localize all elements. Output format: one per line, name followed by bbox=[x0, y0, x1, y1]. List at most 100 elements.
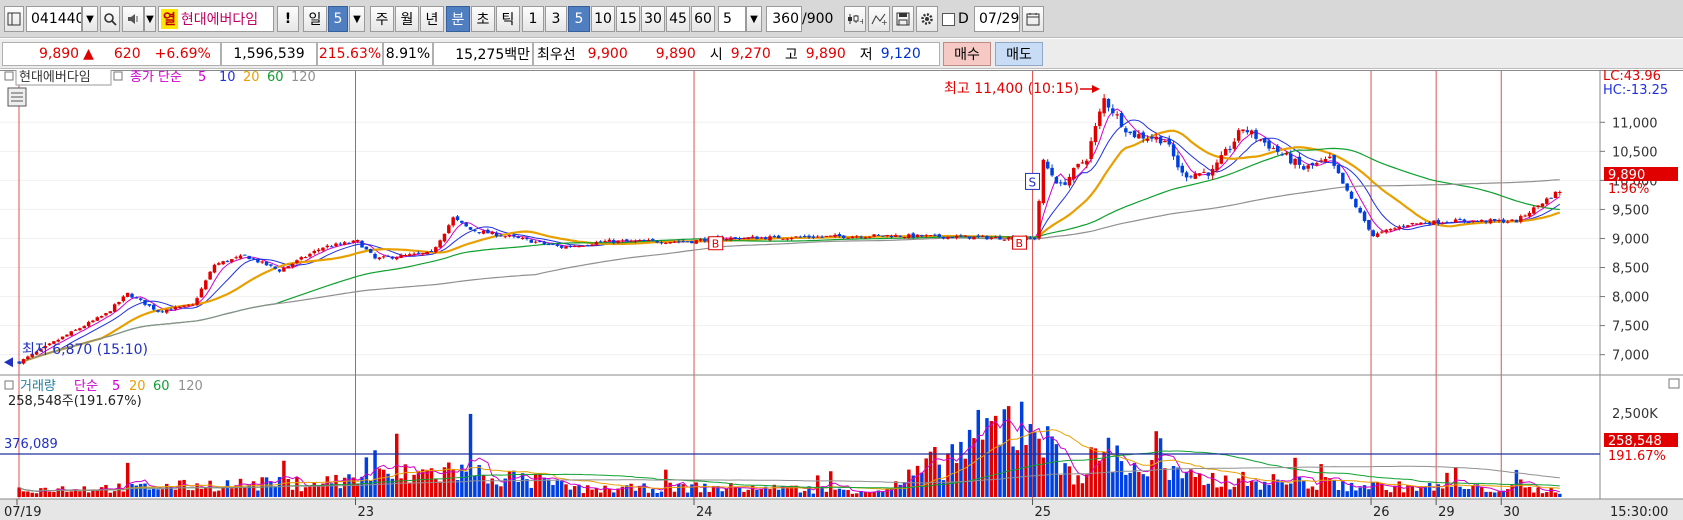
buy-button[interactable]: 매수 bbox=[943, 42, 991, 66]
current-price: 9,890 bbox=[39, 46, 80, 62]
volume-bar bbox=[1449, 486, 1454, 497]
candle-body bbox=[529, 239, 534, 243]
volume-bar bbox=[39, 488, 43, 497]
interval-30-button[interactable]: 30 bbox=[641, 6, 665, 32]
volume-bar bbox=[625, 485, 629, 497]
settings-button[interactable] bbox=[916, 6, 938, 32]
interval-10-button[interactable]: 10 bbox=[591, 6, 615, 32]
interval-select-dropdown[interactable]: ▼ bbox=[746, 6, 762, 32]
date-input[interactable]: 07/29 bbox=[974, 6, 1020, 32]
volume-bar bbox=[204, 487, 208, 497]
candle-body bbox=[460, 220, 464, 223]
calendar-button[interactable] bbox=[1022, 6, 1044, 32]
candle-body bbox=[533, 241, 538, 243]
interval-5-button[interactable]: 5 bbox=[568, 6, 590, 32]
candle-body bbox=[1479, 219, 1484, 222]
volume-bar bbox=[1545, 492, 1549, 497]
candle-body bbox=[1080, 162, 1085, 164]
zoom-in-button[interactable]: + bbox=[844, 6, 866, 32]
period-day-dropdown[interactable]: ▼ bbox=[349, 6, 365, 32]
candle-body bbox=[542, 241, 547, 244]
volume-bar bbox=[1497, 491, 1501, 497]
stock-code-input[interactable]: 041440 bbox=[26, 6, 82, 32]
candle-body bbox=[1289, 153, 1293, 164]
svg-text:+: + bbox=[881, 18, 887, 26]
candle-body bbox=[316, 249, 321, 252]
volume-panel-maximize-icon[interactable] bbox=[1668, 378, 1680, 389]
stock-code-dropdown[interactable]: ▼ bbox=[82, 6, 98, 32]
period-tick-button[interactable]: 틱 bbox=[496, 6, 520, 32]
ma-toggle-icon[interactable] bbox=[113, 71, 123, 81]
alert-button[interactable]: ! bbox=[277, 6, 299, 32]
candle-body bbox=[295, 260, 299, 264]
period-day-value[interactable]: 5 bbox=[328, 6, 348, 32]
volume-bar bbox=[989, 421, 994, 497]
date-checkbox[interactable] bbox=[942, 12, 955, 26]
volume-box: 1,596,539 bbox=[221, 42, 317, 66]
period-minute-button[interactable]: 분 bbox=[446, 6, 470, 32]
speaker-button[interactable] bbox=[122, 6, 144, 32]
volume-bar bbox=[43, 487, 47, 497]
candle-body bbox=[125, 292, 130, 297]
buy-signal-marker[interactable]: B bbox=[1012, 235, 1028, 250]
candle-body bbox=[1258, 139, 1263, 141]
candle-body bbox=[1336, 165, 1341, 174]
volume-bar bbox=[1124, 474, 1128, 497]
volume-bar bbox=[52, 491, 56, 497]
interval-15-button[interactable]: 15 bbox=[616, 6, 640, 32]
interval-60-button[interactable]: 60 bbox=[691, 6, 715, 32]
period-month-button[interactable]: 월 bbox=[395, 6, 419, 32]
candle-body bbox=[1215, 162, 1219, 171]
sell-button[interactable]: 매도 bbox=[995, 42, 1043, 66]
save-button[interactable] bbox=[892, 6, 914, 32]
volume-bar bbox=[533, 474, 538, 497]
candle-body bbox=[894, 235, 898, 238]
y-tick-label: 9,000 bbox=[1612, 232, 1649, 247]
price-chart[interactable]: 현대에버다임 종가 단순 5 10 20 60 120 최고 11,400 (1… bbox=[0, 70, 1683, 520]
y-tick-label: 7,000 bbox=[1612, 349, 1649, 364]
volume-bar bbox=[846, 489, 850, 497]
search-button[interactable] bbox=[100, 6, 120, 32]
sell-signal-marker[interactable]: S bbox=[1025, 172, 1041, 190]
panel-collapse-icon[interactable] bbox=[4, 71, 14, 81]
date-filter[interactable]: D bbox=[942, 6, 974, 32]
layout-icon[interactable] bbox=[4, 6, 24, 32]
volume-bar bbox=[78, 491, 82, 497]
candle-body bbox=[859, 236, 863, 238]
x-tick-label: 26 bbox=[1373, 505, 1390, 520]
save-icon bbox=[896, 12, 910, 26]
candle-body bbox=[1154, 136, 1158, 140]
interval-3-button[interactable]: 3 bbox=[545, 6, 567, 32]
volume-bar bbox=[186, 490, 191, 497]
speaker-dropdown[interactable]: ▼ bbox=[144, 6, 156, 32]
candle-body bbox=[820, 236, 824, 238]
candle-body bbox=[876, 234, 881, 236]
period-day-button[interactable]: 일 bbox=[303, 6, 327, 32]
candle-body bbox=[1519, 216, 1523, 222]
volume-panel-toggle-icon[interactable] bbox=[4, 380, 14, 390]
volume-bar bbox=[980, 439, 985, 497]
zoom-out-button[interactable]: + bbox=[868, 6, 890, 32]
candle-body bbox=[1059, 182, 1063, 184]
volume-bar bbox=[286, 479, 290, 497]
volume-bar bbox=[373, 450, 377, 497]
candle-body bbox=[685, 241, 690, 243]
period-second-button[interactable]: 초 bbox=[471, 6, 495, 32]
bar-count-input[interactable]: 360 bbox=[766, 6, 802, 32]
candle-body bbox=[781, 238, 785, 240]
calendar-toggle-icon[interactable] bbox=[7, 87, 27, 107]
volume-bar bbox=[1106, 437, 1111, 497]
interval-select[interactable]: 5 bbox=[718, 6, 746, 32]
interval-1-button[interactable]: 1 bbox=[522, 6, 544, 32]
candle-body bbox=[828, 235, 833, 237]
period-year-button[interactable]: 년 bbox=[420, 6, 444, 32]
period-week-button[interactable]: 주 bbox=[370, 6, 394, 32]
volume-bar bbox=[1193, 477, 1198, 497]
stock-name-field[interactable]: 열 현대에버다임 bbox=[158, 6, 274, 32]
volume-bar bbox=[217, 490, 221, 497]
candle-body bbox=[1553, 191, 1558, 199]
buy-signal-marker[interactable]: B bbox=[708, 236, 724, 251]
candle-body bbox=[381, 256, 386, 258]
interval-45-button[interactable]: 45 bbox=[666, 6, 690, 32]
volume-bar bbox=[1054, 444, 1059, 497]
